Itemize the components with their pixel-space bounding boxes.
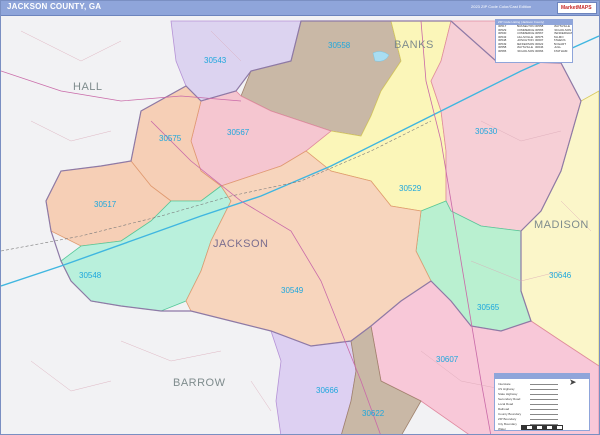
legend-item-label: Interstate xyxy=(498,382,511,386)
legend-item-label: State Highway xyxy=(498,392,518,396)
legend-item-swatch xyxy=(530,414,558,415)
legend-item-swatch xyxy=(530,394,558,395)
zip-label-30567[interactable]: 30567 xyxy=(227,128,249,137)
zip-label-30517[interactable]: 30517 xyxy=(94,200,116,209)
brand-logo: MarketMAPS xyxy=(557,2,597,14)
zip-table-cell: 30565 xyxy=(498,49,507,53)
zip-label-30646[interactable]: 30646 xyxy=(549,271,571,280)
legend-item-swatch xyxy=(530,389,558,390)
zip-table-rows: 30517 BRASELTON 30558 MAYSVILLE 30529 COMMERC… xyxy=(496,25,572,53)
zip-area-30666[interactable] xyxy=(270,330,357,435)
legend-item-swatch xyxy=(530,399,558,400)
legend-item-label: Secondary Road xyxy=(498,397,521,401)
map-subtitle: 2023 ZIP Code Color/Cast Edition xyxy=(471,4,532,9)
legend-item-label: Local Road xyxy=(498,402,514,406)
zip-label-30530[interactable]: 30530 xyxy=(475,127,497,136)
zip-code-table: ZIP Code Listing (Jackson County) 30517 B… xyxy=(495,19,573,63)
zip-label-30549[interactable]: 30549 xyxy=(281,286,303,295)
legend-item-label: US Highway xyxy=(498,387,515,391)
legend-item-swatch xyxy=(530,409,558,410)
legend-item-label: Railroad xyxy=(498,407,510,411)
zip-label-30543[interactable]: 30543 xyxy=(204,56,226,65)
zip-table-cell: 30666 xyxy=(535,49,544,53)
zip-table-row: 30565 NICHOLSON 30666 STATHAM xyxy=(496,50,572,54)
scale-bar xyxy=(521,425,563,430)
title-bar: JACKSON COUNTY, GA 2023 ZIP Code Color/C… xyxy=(1,1,599,16)
zip-label-30529[interactable]: 30529 xyxy=(399,184,421,193)
legend-item-label: Water xyxy=(498,427,506,431)
legend-item-swatch xyxy=(530,419,558,420)
zip-table-cell: NICHOLSON xyxy=(516,49,535,53)
map-title: JACKSON COUNTY, GA xyxy=(7,2,102,11)
county-label-hall: HALL xyxy=(73,81,103,93)
zip-label-30622[interactable]: 30622 xyxy=(362,409,384,418)
legend-item-swatch xyxy=(530,384,558,385)
county-label-banks: BANKS xyxy=(394,39,434,51)
zip-label-30565[interactable]: 30565 xyxy=(477,303,499,312)
zip-label-30575[interactable]: 30575 xyxy=(159,134,181,143)
county-label-barrow: BARROW xyxy=(173,377,226,389)
zip-label-30666[interactable]: 30666 xyxy=(316,386,338,395)
county-label-jackson: JACKSON xyxy=(213,238,269,250)
legend-item-swatch xyxy=(530,404,558,405)
legend-item-label: ZIP Boundary xyxy=(498,417,517,421)
map-frame: JACKSON COUNTY, GA 2023 ZIP Code Color/C… xyxy=(0,0,600,435)
county-label-madison: MADISON xyxy=(534,219,589,231)
zip-map xyxy=(1,15,599,435)
zip-label-30548[interactable]: 30548 xyxy=(79,271,101,280)
brand-logo-text: MarketMAPS xyxy=(561,5,592,11)
zip-table-cell: STATHAM xyxy=(553,49,568,53)
legend-item-label: City Boundary xyxy=(498,422,517,426)
compass-icon: ➤ xyxy=(569,377,577,387)
legend-item-label: County Boundary xyxy=(498,412,522,416)
zip-label-30558[interactable]: 30558 xyxy=(328,41,350,50)
zip-label-30607[interactable]: 30607 xyxy=(436,355,458,364)
